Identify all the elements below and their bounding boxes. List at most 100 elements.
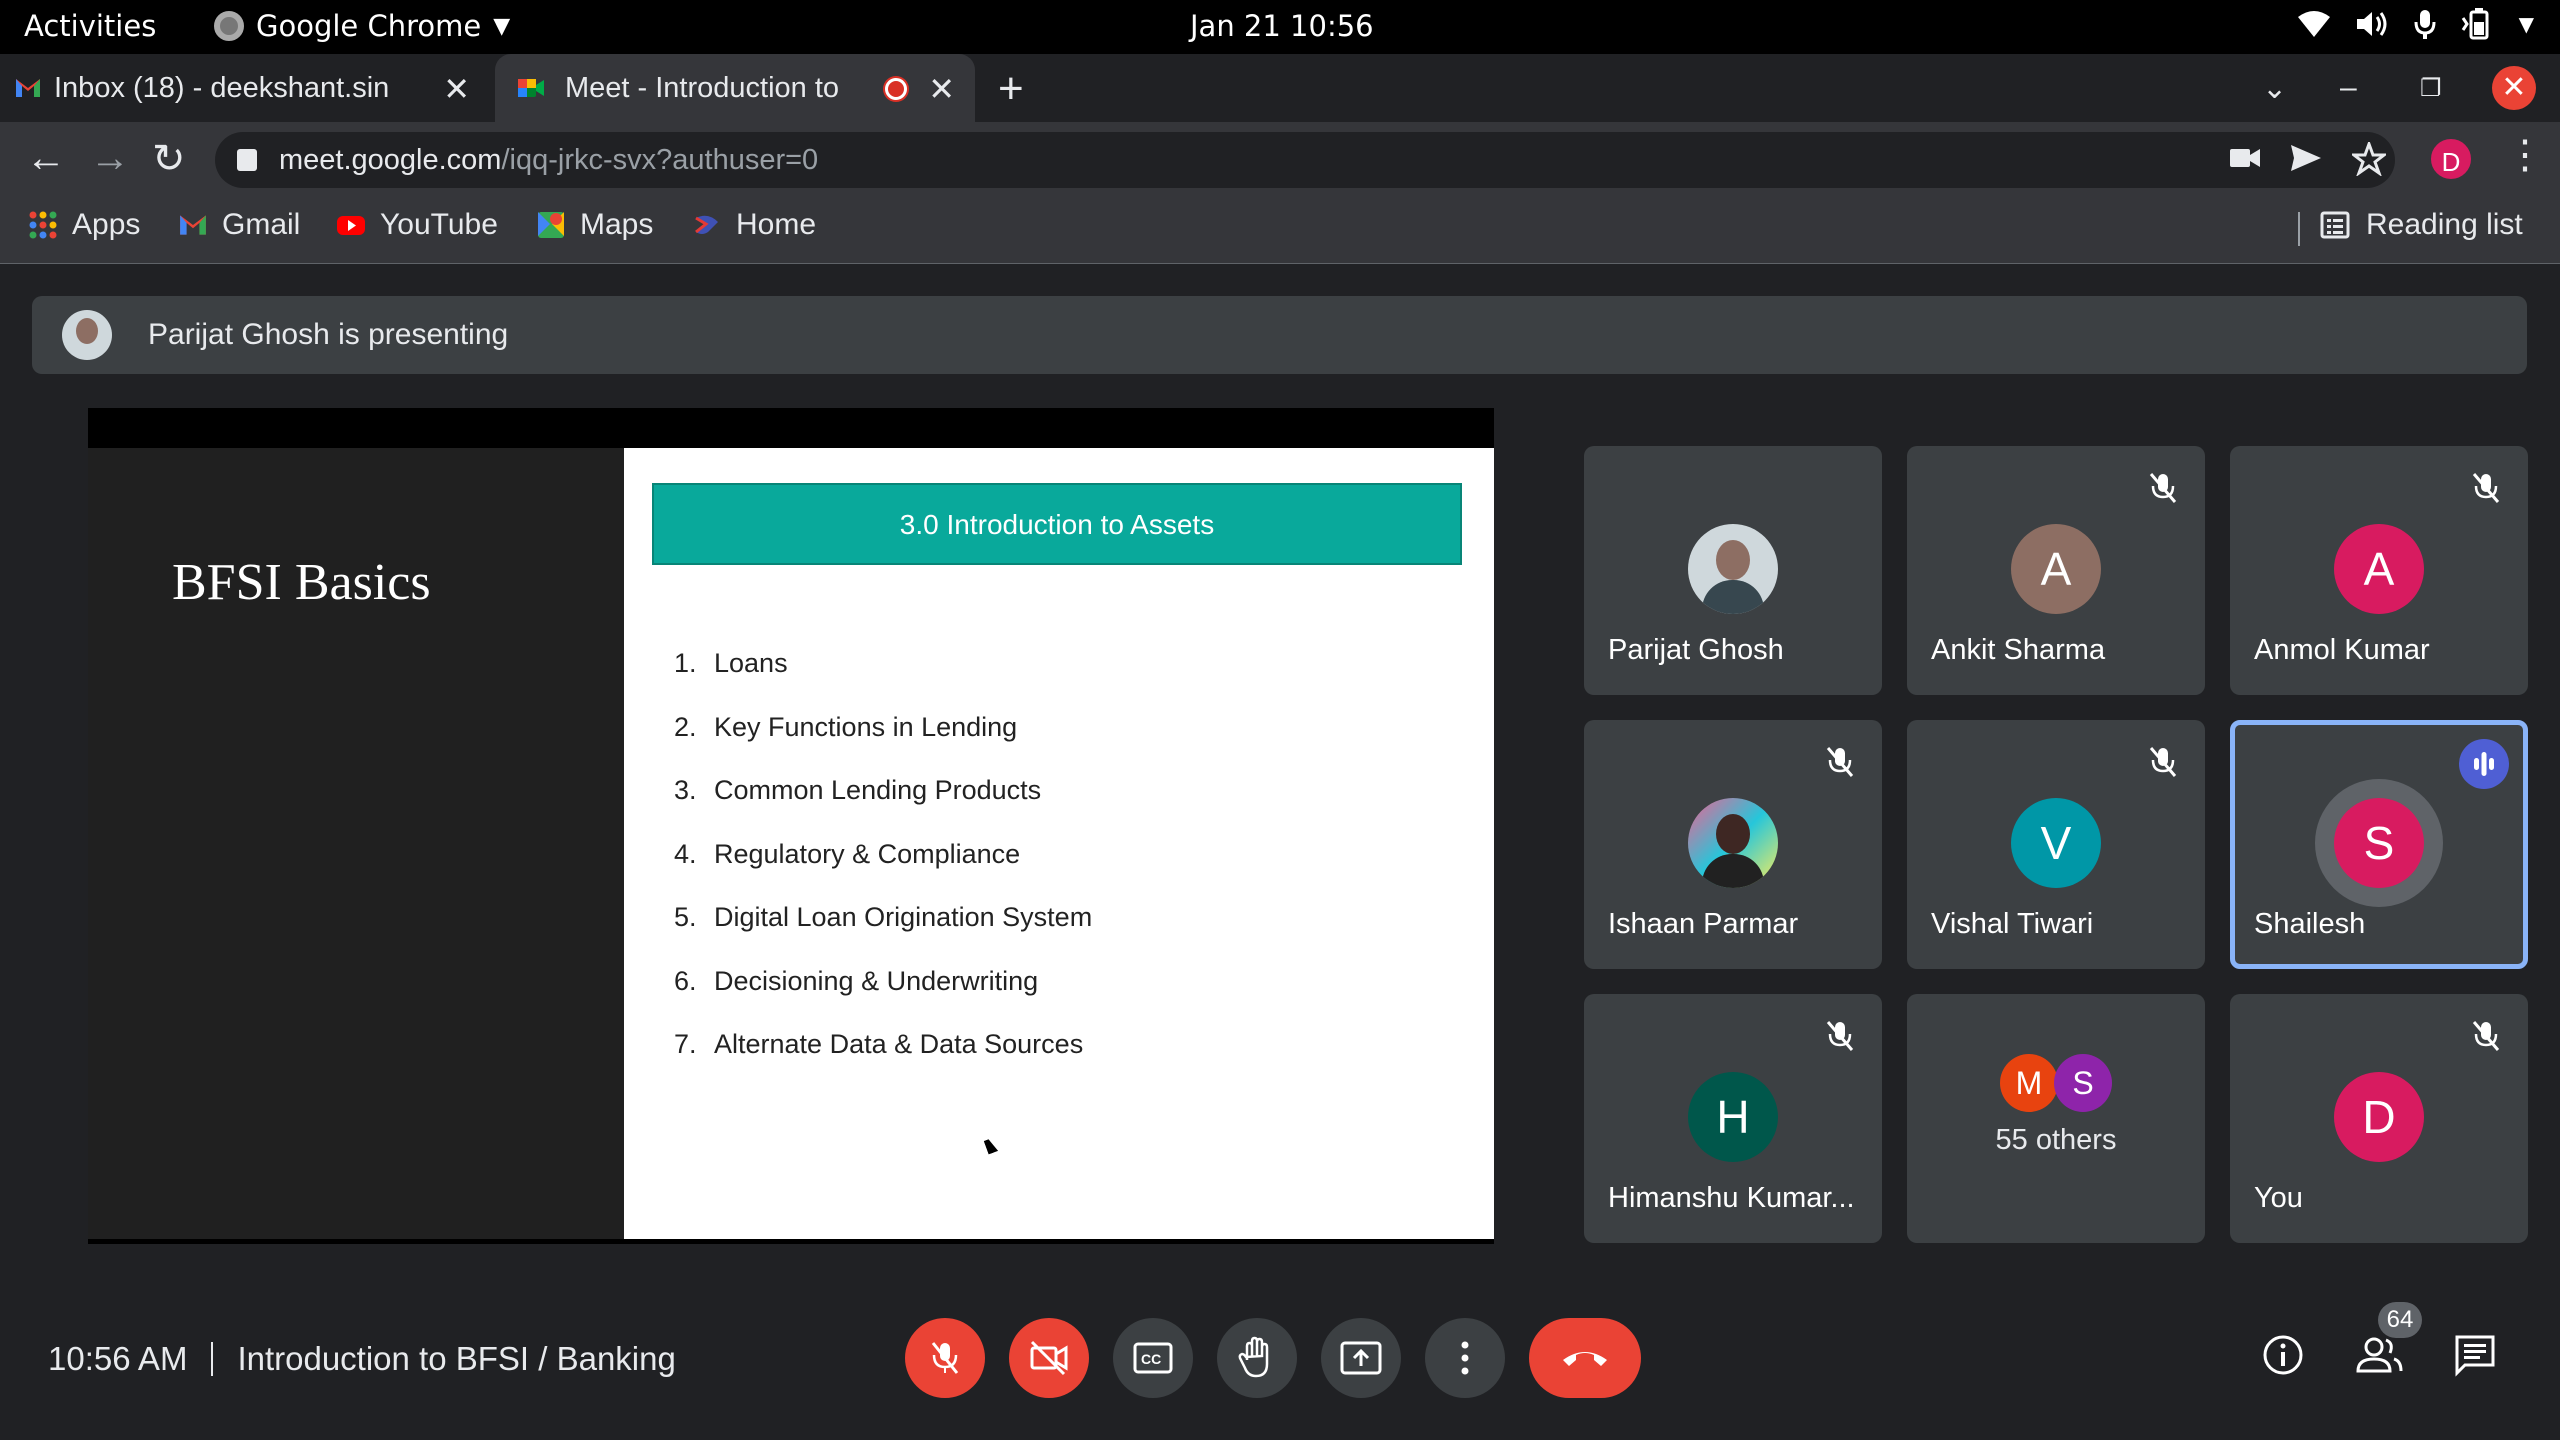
others-avatar: M <box>2000 1054 2058 1112</box>
activities-button[interactable]: Activities <box>24 9 156 43</box>
restore-icon[interactable]: ❐ <box>2420 54 2442 122</box>
item-text: Digital Loan Origination System <box>714 902 1093 932</box>
participant-tile-himanshu[interactable]: H Himanshu Kumar... <box>1584 994 1882 1243</box>
hand-icon <box>1238 1336 1269 1378</box>
camera-off-icon <box>1030 1340 1068 1376</box>
tab-inbox[interactable]: Inbox (18) - deekshant.sin ✕ <box>0 54 490 122</box>
caret-down-icon: ▼ <box>2518 12 2534 36</box>
mic-off-icon <box>2149 747 2177 777</box>
bookmark-star-icon[interactable] <box>2352 142 2386 176</box>
participant-avatar: V <box>2011 798 2101 888</box>
close-tab-icon[interactable]: ✕ <box>928 70 955 108</box>
captions-button[interactable]: CC <box>1113 1318 1193 1398</box>
mic-off-icon <box>1826 1021 1854 1051</box>
others-avatar: S <box>2054 1054 2112 1112</box>
bookmark-gmail[interactable]: Gmail <box>178 208 300 242</box>
bookmark-apps[interactable]: Apps <box>28 208 140 242</box>
slide-banner: 3.0 Introduction to Assets <box>652 483 1462 565</box>
microphone-icon <box>2414 10 2436 39</box>
close-tab-icon[interactable]: ✕ <box>443 70 470 108</box>
app-menu[interactable]: Google Chrome ▼ <box>214 9 510 43</box>
participant-tile-ankit[interactable]: A Ankit Sharma <box>1907 446 2205 695</box>
raise-hand-button[interactable] <box>1217 1318 1297 1398</box>
reading-list-button[interactable]: Reading list <box>2298 208 2523 246</box>
window-close-icon[interactable]: ✕ <box>2492 66 2536 110</box>
youtube-icon <box>337 216 365 235</box>
item-number: 1. <box>674 648 697 678</box>
bookmark-label: Apps <box>72 208 141 241</box>
closed-captions-icon: CC <box>1133 1342 1173 1374</box>
more-vert-icon <box>1461 1341 1469 1375</box>
slide-content-panel: 3.0 Introduction to Assets 1. Loans 2. Key… <box>624 448 1494 1239</box>
participant-tile-ishaan[interactable]: Ishaan Parmar <box>1584 720 1882 969</box>
apps-grid-icon <box>29 211 57 239</box>
list-item: 7. Alternate Data & Data Sources <box>674 1029 1092 1093</box>
item-text: Alternate Data & Data Sources <box>714 1029 1084 1059</box>
slide-list: 1. Loans 2. Key Functions in Lending 3. Com… <box>674 648 1092 1093</box>
meet-app: Parijat Ghosh is presenting BFSI Basics … <box>0 264 2560 1440</box>
back-icon[interactable]: ← <box>26 136 66 181</box>
tab-title: Meet - Introduction to <box>565 71 840 104</box>
tab-search-icon[interactable]: ⌄ <box>2262 54 2287 122</box>
bookmark-home[interactable]: Home <box>692 208 816 242</box>
participant-tile-you[interactable]: D You <box>2230 994 2528 1243</box>
participant-photo <box>1688 798 1778 888</box>
participant-tile-shailesh[interactable]: S Shailesh <box>2230 720 2528 969</box>
minimize-icon[interactable]: – <box>2340 54 2357 122</box>
system-tray[interactable]: ▼ <box>2297 8 2534 40</box>
item-text: Regulatory & Compliance <box>714 838 1021 869</box>
mic-off-icon <box>2472 473 2500 503</box>
bookmark-maps[interactable]: Maps <box>536 208 653 242</box>
bookmark-label: Home <box>736 208 817 241</box>
info-icon <box>2263 1335 2303 1375</box>
participant-name: Vishal Tiwari <box>1931 908 2094 940</box>
presenting-text: Parijat Ghosh is presenting <box>148 318 509 351</box>
mic-off-icon <box>2472 1021 2500 1051</box>
leave-call-button[interactable] <box>1529 1318 1641 1398</box>
item-number: 2. <box>674 711 697 742</box>
others-tile[interactable]: MS 55 others <box>1907 994 2205 1243</box>
item-number: 5. <box>674 902 697 932</box>
present-now-button[interactable] <box>1321 1318 1401 1398</box>
more-options-button[interactable] <box>1425 1318 1505 1398</box>
participant-tile-vishal[interactable]: V Vishal Tiwari <box>1907 720 2205 969</box>
presenter-avatar <box>62 310 112 360</box>
list-item: 3. Common Lending Products <box>674 775 1092 839</box>
wifi-icon <box>2297 11 2330 37</box>
participant-tile-anmol[interactable]: A Anmol Kumar <box>2230 446 2528 695</box>
mouse-pointer-icon <box>983 1137 999 1155</box>
new-tab-button[interactable]: + <box>998 64 1024 114</box>
participant-photo <box>1688 524 1778 614</box>
app-name: Google Chrome <box>256 9 482 43</box>
system-clock[interactable]: Jan 21 10:56 <box>1190 9 1374 43</box>
presentation-view[interactable]: BFSI Basics 3.0 Introduction to Assets 1… <box>88 408 1494 1244</box>
presenting-banner: Parijat Ghosh is presenting <box>32 296 2527 374</box>
people-icon <box>2356 1337 2403 1373</box>
participant-avatar: D <box>2334 1072 2424 1162</box>
speaking-indicator-icon <box>2459 739 2509 789</box>
participant-name: Himanshu Kumar... <box>1608 1182 1855 1214</box>
meeting-time: 10:56 AM <box>48 1340 188 1377</box>
send-icon[interactable] <box>2290 144 2322 172</box>
svg-text:CC: CC <box>1141 1351 1161 1367</box>
chrome-menu-icon[interactable]: ⋮ <box>2505 132 2545 178</box>
meeting-details-button[interactable] <box>2258 1330 2308 1380</box>
camera-icon[interactable] <box>2230 146 2260 170</box>
address-bar[interactable]: meet.google.com /iqq-jrkc-svx?authuser=0 <box>215 132 2395 188</box>
reload-icon[interactable]: ↻ <box>152 136 186 182</box>
tab-meet[interactable]: Meet - Introduction to ✕ <box>495 54 975 122</box>
lock-icon[interactable] <box>237 149 257 171</box>
mic-toggle-button[interactable] <box>905 1318 985 1398</box>
bookmark-label: Gmail <box>222 208 301 241</box>
slide-title: BFSI Basics <box>172 554 431 611</box>
list-item: 6. Decisioning & Underwriting <box>674 966 1092 1030</box>
forward-icon[interactable]: → <box>90 136 130 181</box>
toolbar: ← → ↻ meet.google.com /iqq-jrkc-svx?auth… <box>0 122 2560 198</box>
chat-button[interactable] <box>2450 1330 2500 1380</box>
participant-tile-parijat[interactable]: Parijat Ghosh <box>1584 446 1882 695</box>
profile-avatar[interactable]: D <box>2428 136 2474 182</box>
camera-toggle-button[interactable] <box>1009 1318 1089 1398</box>
item-number: 3. <box>674 775 697 805</box>
bookmark-youtube[interactable]: YouTube <box>336 208 498 242</box>
tab-strip: Inbox (18) - deekshant.sin ✕ Meet - Intr… <box>0 54 2560 122</box>
